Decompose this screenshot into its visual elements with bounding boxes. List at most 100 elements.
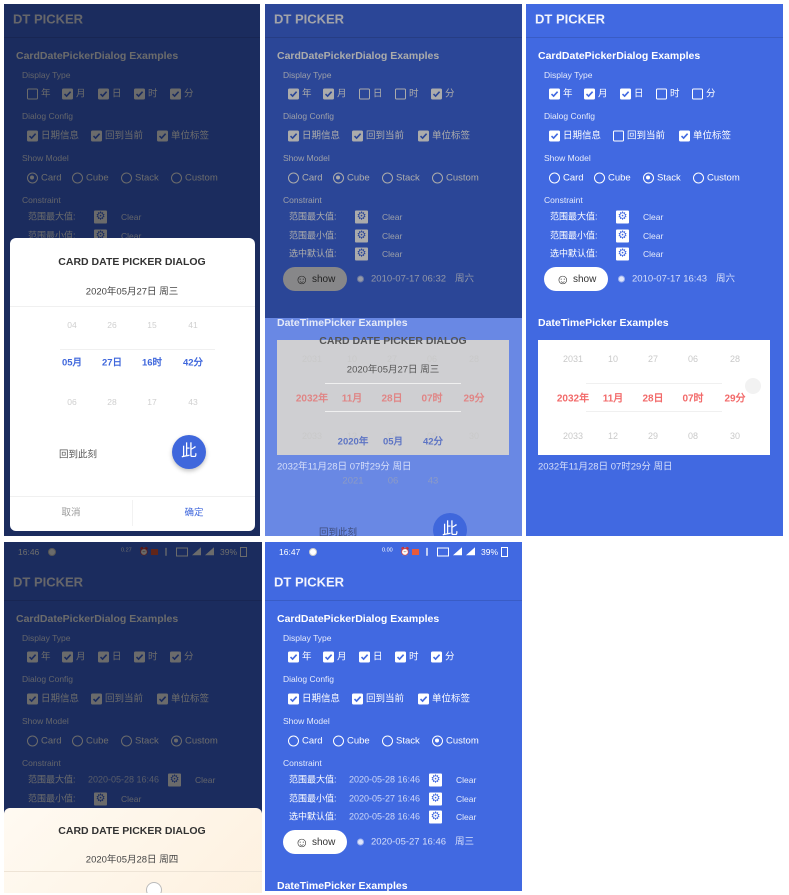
wheel-value[interactable]: 15 bbox=[147, 321, 156, 330]
gear-icon[interactable]: ⚙ bbox=[429, 810, 442, 824]
wheel-selected-value[interactable]: 42分 bbox=[183, 358, 203, 368]
confirm-button[interactable]: 确定 bbox=[184, 508, 203, 518]
back-to-now-button[interactable]: 此 bbox=[172, 435, 206, 469]
display-type-checkbox-3[interactable] bbox=[395, 651, 406, 663]
display-type-option-label[interactable]: 年 bbox=[563, 89, 573, 99]
show-model-radio-card[interactable] bbox=[288, 735, 299, 747]
picker-selected-value[interactable]: 07时 bbox=[682, 390, 703, 405]
gear-icon[interactable]: ⚙ bbox=[429, 773, 442, 787]
dialog-config-checkbox-1[interactable] bbox=[613, 130, 624, 142]
dialog-config-option-label[interactable]: 回到当前 bbox=[366, 694, 404, 704]
picker-selected-value[interactable]: 29分 bbox=[724, 390, 745, 405]
card-date-picker-dialog: CARD DATE PICKER DIALOG 2020年05月28日 周四 bbox=[4, 808, 262, 893]
dialog-config-checkbox-2[interactable] bbox=[679, 130, 690, 142]
picker-selected-value[interactable]: 28日 bbox=[642, 390, 663, 405]
app-screen: 16:47 0.00 ⏰ ∥ 39% DT PICKER CardDatePickerDia… bbox=[265, 542, 522, 891]
wheel-value[interactable]: 43 bbox=[188, 398, 197, 407]
picker-value[interactable]: 06 bbox=[688, 354, 698, 364]
display-type-option-label[interactable]: 分 bbox=[445, 652, 455, 662]
dialog-config-option-label[interactable]: 日期信息 bbox=[563, 131, 601, 141]
display-type-checkbox-3[interactable] bbox=[656, 88, 667, 100]
dialog-config-checkbox-0[interactable] bbox=[549, 130, 560, 142]
clear-button[interactable]: Clear bbox=[456, 813, 476, 822]
wheel-selected-value[interactable]: 16时 bbox=[142, 358, 162, 368]
display-type-option-label[interactable]: 日 bbox=[373, 652, 383, 662]
clear-button[interactable]: Clear bbox=[456, 776, 476, 785]
wheel-selected-value[interactable]: 05月 bbox=[62, 358, 82, 368]
show-model-option-label[interactable]: Card bbox=[302, 736, 323, 746]
display-type-option-label[interactable]: 时 bbox=[670, 89, 680, 99]
picker-value[interactable]: 2033 bbox=[563, 431, 583, 441]
wheel-value[interactable]: 06 bbox=[67, 398, 76, 407]
wheel-value[interactable]: 41 bbox=[188, 321, 197, 330]
display-type-option-label[interactable]: 月 bbox=[598, 89, 608, 99]
picker-value[interactable]: 27 bbox=[648, 354, 658, 364]
display-type-option-label[interactable]: 日 bbox=[634, 89, 644, 99]
clear-button[interactable]: Clear bbox=[643, 231, 663, 240]
picker-selected-value[interactable]: 2032年 bbox=[557, 390, 589, 405]
show-model-option-label[interactable]: Stack bbox=[396, 736, 420, 746]
dialog-divider bbox=[10, 306, 255, 307]
display-type-checkbox-0[interactable] bbox=[549, 88, 560, 100]
dialog-config-checkbox-0[interactable] bbox=[288, 693, 299, 705]
clear-button[interactable]: Clear bbox=[456, 794, 476, 803]
clear-button[interactable]: Clear bbox=[643, 250, 663, 259]
picker-selected-value[interactable]: 11月 bbox=[603, 390, 624, 405]
show-model-radio-cube[interactable] bbox=[594, 172, 605, 184]
display-type-checkbox-2[interactable] bbox=[620, 88, 631, 100]
picker-value[interactable]: 28 bbox=[730, 354, 740, 364]
display-type-option-label[interactable]: 月 bbox=[337, 652, 347, 662]
show-model-option-label[interactable]: Stack bbox=[657, 173, 681, 183]
gear-icon[interactable]: ⚙ bbox=[429, 792, 442, 805]
show-button[interactable]: ☺ show bbox=[544, 267, 608, 291]
dialog-config-option-label[interactable]: 日期信息 bbox=[302, 694, 340, 704]
ghost-wheel-value: 42分 bbox=[422, 436, 444, 448]
dialog-config-option-label[interactable]: 回到当前 bbox=[627, 131, 665, 141]
show-model-option-label[interactable]: Cube bbox=[608, 173, 631, 183]
picker-value[interactable]: 12 bbox=[608, 431, 618, 441]
wheel-value[interactable]: 17 bbox=[147, 398, 156, 407]
display-type-checkbox-4[interactable] bbox=[692, 88, 703, 100]
clear-button[interactable]: Clear bbox=[643, 213, 663, 222]
display-type-option-label[interactable]: 分 bbox=[706, 89, 716, 99]
picker-value[interactable]: 10 bbox=[608, 354, 618, 364]
show-model-radio-stack[interactable] bbox=[643, 172, 654, 184]
dialog-config-option-label[interactable]: 单位标签 bbox=[693, 131, 731, 141]
display-type-option-label[interactable]: 时 bbox=[409, 652, 419, 662]
show-model-option-label[interactable]: Cube bbox=[347, 736, 370, 746]
datetime-picker[interactable]: 2031 10 27 06 28 2032年 11月 28日 07时 29分 2033 12 29 08 3… bbox=[538, 340, 770, 455]
dialog-config-option-label[interactable]: 单位标签 bbox=[432, 694, 470, 704]
cancel-button[interactable]: 取消 bbox=[61, 508, 80, 518]
wheel-value[interactable]: 04 bbox=[67, 321, 76, 330]
show-button[interactable]: ☺ show bbox=[283, 830, 347, 854]
picker-value[interactable]: 08 bbox=[688, 431, 698, 441]
gear-icon[interactable]: ⚙ bbox=[616, 210, 629, 224]
section-title-card-dialog: CardDatePickerDialog Examples bbox=[538, 49, 701, 62]
show-model-option-label[interactable]: Card bbox=[563, 173, 584, 183]
picker-value[interactable]: 30 bbox=[730, 431, 740, 441]
display-type-checkbox-1[interactable] bbox=[323, 651, 334, 663]
show-model-radio-cube[interactable] bbox=[333, 735, 344, 747]
picker-value[interactable]: 29 bbox=[648, 431, 658, 441]
show-model-radio-custom[interactable] bbox=[432, 735, 443, 747]
gear-icon[interactable]: ⚙ bbox=[616, 247, 629, 261]
display-type-checkbox-0[interactable] bbox=[288, 651, 299, 663]
show-model-option-label[interactable]: Custom bbox=[707, 173, 740, 183]
display-type-checkbox-1[interactable] bbox=[584, 88, 595, 100]
dialog-config-checkbox-1[interactable] bbox=[352, 693, 363, 705]
show-model-radio-card[interactable] bbox=[549, 172, 560, 184]
picker-value[interactable]: 2031 bbox=[563, 354, 583, 364]
gear-icon[interactable]: ⚙ bbox=[616, 229, 629, 242]
wheel-value[interactable]: 26 bbox=[107, 321, 116, 330]
show-model-radio-custom[interactable] bbox=[693, 172, 704, 184]
app-screen: DT PICKERCardDatePickerDialog ExamplesDi… bbox=[265, 4, 522, 536]
display-type-checkbox-4[interactable] bbox=[431, 651, 442, 663]
wheel-selected-value[interactable]: 27日 bbox=[102, 358, 122, 368]
wheel-value[interactable]: 28 bbox=[107, 398, 116, 407]
show-model-radio-stack[interactable] bbox=[382, 735, 393, 747]
dialog-config-checkbox-2[interactable] bbox=[418, 693, 429, 705]
display-type-checkbox-2[interactable] bbox=[359, 651, 370, 663]
display-type-option-label[interactable]: 年 bbox=[302, 652, 312, 662]
show-model-option-label[interactable]: Custom bbox=[446, 736, 479, 746]
constraint-row-label: 选中默认值: bbox=[550, 248, 598, 259]
